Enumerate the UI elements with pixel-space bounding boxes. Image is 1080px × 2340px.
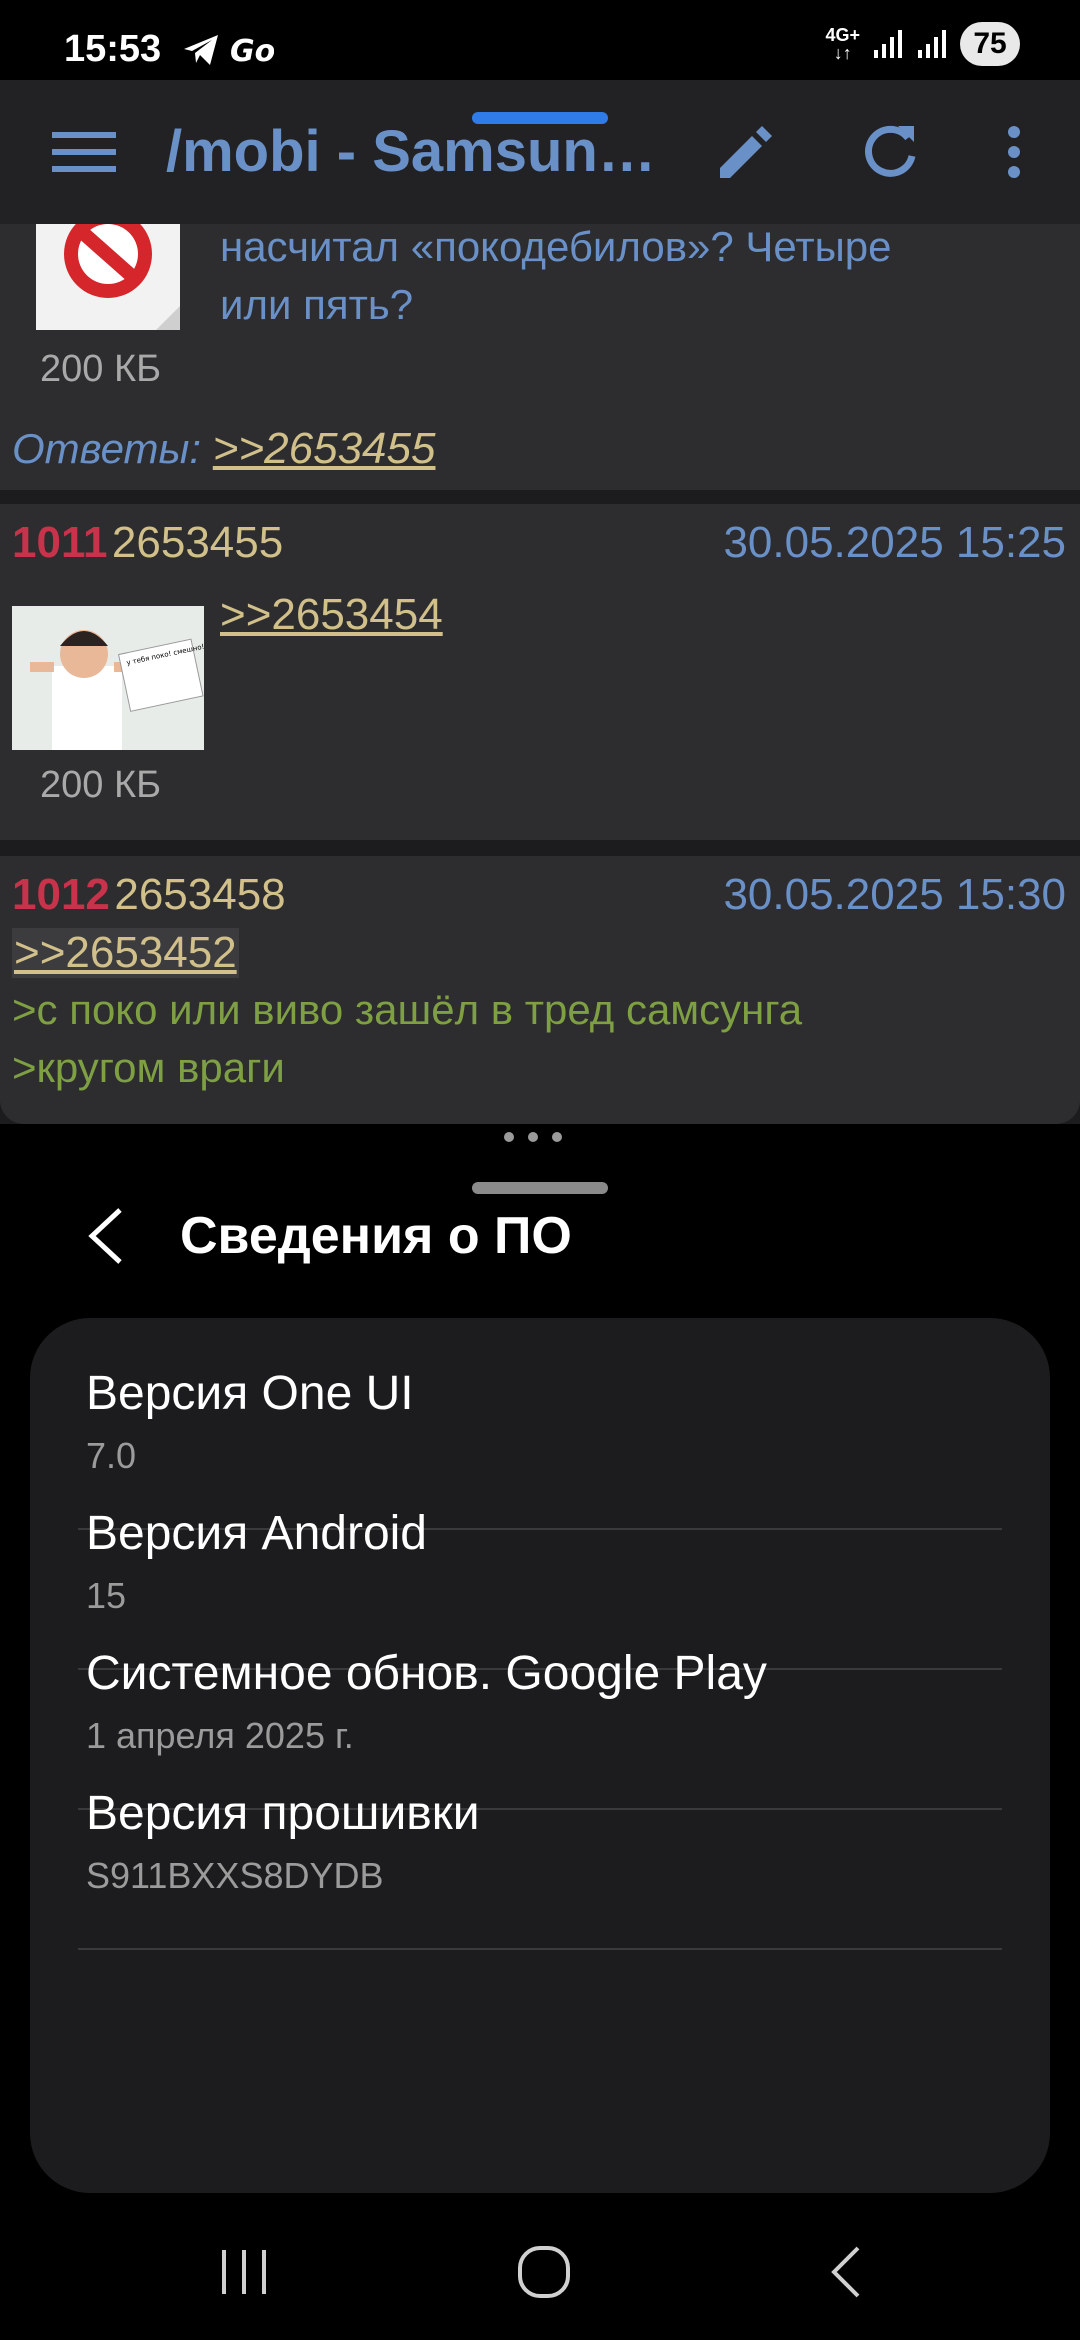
post-image-thumb[interactable] (36, 224, 180, 330)
item-label: Версия One UI (86, 1367, 414, 1420)
info-item-firmware[interactable]: Версия прошивки S911BXXS8DYDB (86, 1786, 1030, 1897)
replies-label: Ответы: (12, 425, 202, 472)
back-arrow-icon[interactable] (84, 1206, 128, 1266)
post-text: насчитал «покодебилов»? Четыре или пять? (220, 224, 892, 328)
post-date: 30.05.2025 15:30 (723, 870, 1066, 919)
item-value: 1 апреля 2025 г. (86, 1715, 354, 1756)
post: 1012 2653458 30.05.2025 15:30 >>2653452 … (0, 856, 1080, 1124)
greentext-line: >кругом враги (12, 1044, 285, 1091)
replies-row: Ответы: >>2653455 (12, 424, 435, 474)
go-app-icon: Go (230, 34, 274, 67)
post-header: 1012 2653458 (12, 870, 286, 920)
file-size: 200 КБ (40, 764, 162, 806)
edit-pencil-icon[interactable] (712, 120, 776, 184)
item-label: Системное обнов. Google Play (86, 1647, 767, 1700)
sheet-title: Сведения о ПО (180, 1207, 572, 1265)
item-value: S911BXXS8DYDB (86, 1855, 384, 1896)
reply-link[interactable]: >>2653454 (220, 590, 443, 640)
post-partial: насчитал «покодебилов»? Четыре или пять?… (0, 224, 1080, 490)
file-size: 200 КБ (40, 348, 162, 390)
refresh-icon[interactable] (858, 120, 922, 184)
item-label: Версия прошивки (86, 1787, 480, 1840)
software-info-card: Версия One UI 7.0 Версия Android 15 Сист… (30, 1318, 1050, 2193)
battery-indicator: 75 (960, 22, 1020, 66)
post-id[interactable]: 2653458 (114, 870, 285, 919)
home-icon[interactable] (512, 2240, 576, 2304)
item-value: 7.0 (86, 1435, 137, 1476)
menu-icon[interactable] (52, 128, 116, 176)
network-type: 4G+ ↓↑ (825, 25, 860, 63)
status-time: 15:53 (64, 28, 162, 70)
split-handle-dots[interactable] (504, 1132, 562, 1142)
back-icon[interactable] (816, 2240, 880, 2304)
info-item-google-play[interactable]: Системное обнов. Google Play 1 апреля 20… (86, 1646, 1030, 1757)
info-item-one-ui[interactable]: Версия One UI 7.0 (86, 1366, 1030, 1477)
post-date: 30.05.2025 15:25 (723, 518, 1066, 567)
divider (78, 1948, 1002, 1950)
signal-icon-2 (918, 30, 946, 58)
post-header: 1011 2653455 (12, 518, 283, 568)
more-vert-icon[interactable] (982, 120, 1046, 184)
recents-icon[interactable] (212, 2240, 276, 2304)
status-bar: 15:53 Go 4G+ ↓↑ 75 (0, 0, 1080, 80)
reply-link[interactable]: >>2653455 (213, 424, 436, 473)
sheet-drag-handle[interactable] (472, 1182, 608, 1194)
telegram-icon (184, 35, 218, 65)
post-image-thumb[interactable]: у тебя поко! смешно! а тебя ещё раз гово… (12, 606, 204, 750)
signal-icon (874, 30, 902, 58)
page-title: /mobi - Samsun… (166, 119, 656, 184)
post: 1011 2653455 30.05.2025 15:25 у тебя пок… (0, 504, 1080, 840)
item-label: Версия Android (86, 1507, 427, 1560)
info-item-android[interactable]: Версия Android 15 (86, 1506, 1030, 1617)
item-value: 15 (86, 1575, 127, 1616)
greentext-line: >с поко или виво зашёл в тред самсунга (12, 986, 803, 1033)
svg-text:Go: Go (230, 34, 274, 67)
notification-icons: Go (182, 30, 274, 70)
post-number: 1012 (12, 870, 110, 919)
reply-link[interactable]: >>2653452 (12, 928, 239, 978)
post-number: 1011 (12, 518, 108, 567)
thread-view[interactable]: насчитал «покодебилов»? Четыре или пять?… (0, 224, 1080, 1124)
post-id[interactable]: 2653455 (112, 518, 283, 567)
